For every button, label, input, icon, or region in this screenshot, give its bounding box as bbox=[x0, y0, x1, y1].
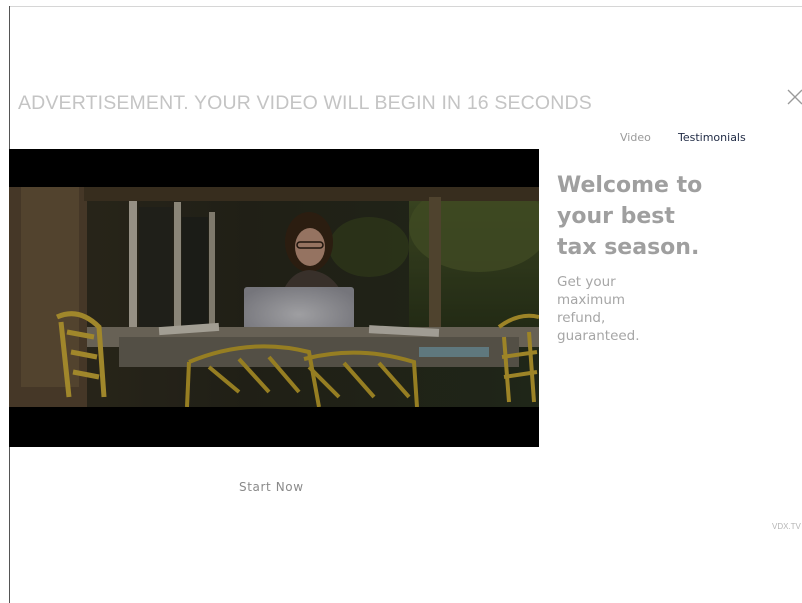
tab-testimonials[interactable]: Testimonials bbox=[678, 131, 746, 144]
promo-headline-line: Welcome to bbox=[557, 173, 703, 198]
video-frame bbox=[9, 187, 539, 407]
top-divider bbox=[9, 6, 802, 7]
promo-subtext-line: guaranteed. bbox=[557, 328, 640, 344]
ad-countdown-banner: ADVERTISEMENT. YOUR VIDEO WILL BEGIN IN … bbox=[18, 92, 592, 114]
promo-subtext-line: maximum bbox=[557, 292, 626, 308]
video-still-image bbox=[9, 187, 539, 407]
promo-subtext-line: Get your bbox=[557, 274, 616, 290]
close-icon bbox=[787, 89, 802, 105]
close-button[interactable] bbox=[784, 86, 802, 108]
start-now-button[interactable]: Start Now bbox=[239, 480, 304, 494]
promo-headline: Welcome to your best tax season. bbox=[557, 170, 757, 263]
brand-logo-link[interactable]: VDX.TV bbox=[772, 522, 802, 531]
promo-headline-line: your best bbox=[557, 204, 675, 229]
promo-subtext: Get your maximum refund, guaranteed. bbox=[557, 273, 677, 345]
promo-headline-line: tax season. bbox=[557, 235, 700, 260]
promo-subtext-line: refund, bbox=[557, 310, 606, 326]
video-player[interactable] bbox=[9, 149, 539, 447]
tab-video[interactable]: Video bbox=[620, 131, 651, 144]
